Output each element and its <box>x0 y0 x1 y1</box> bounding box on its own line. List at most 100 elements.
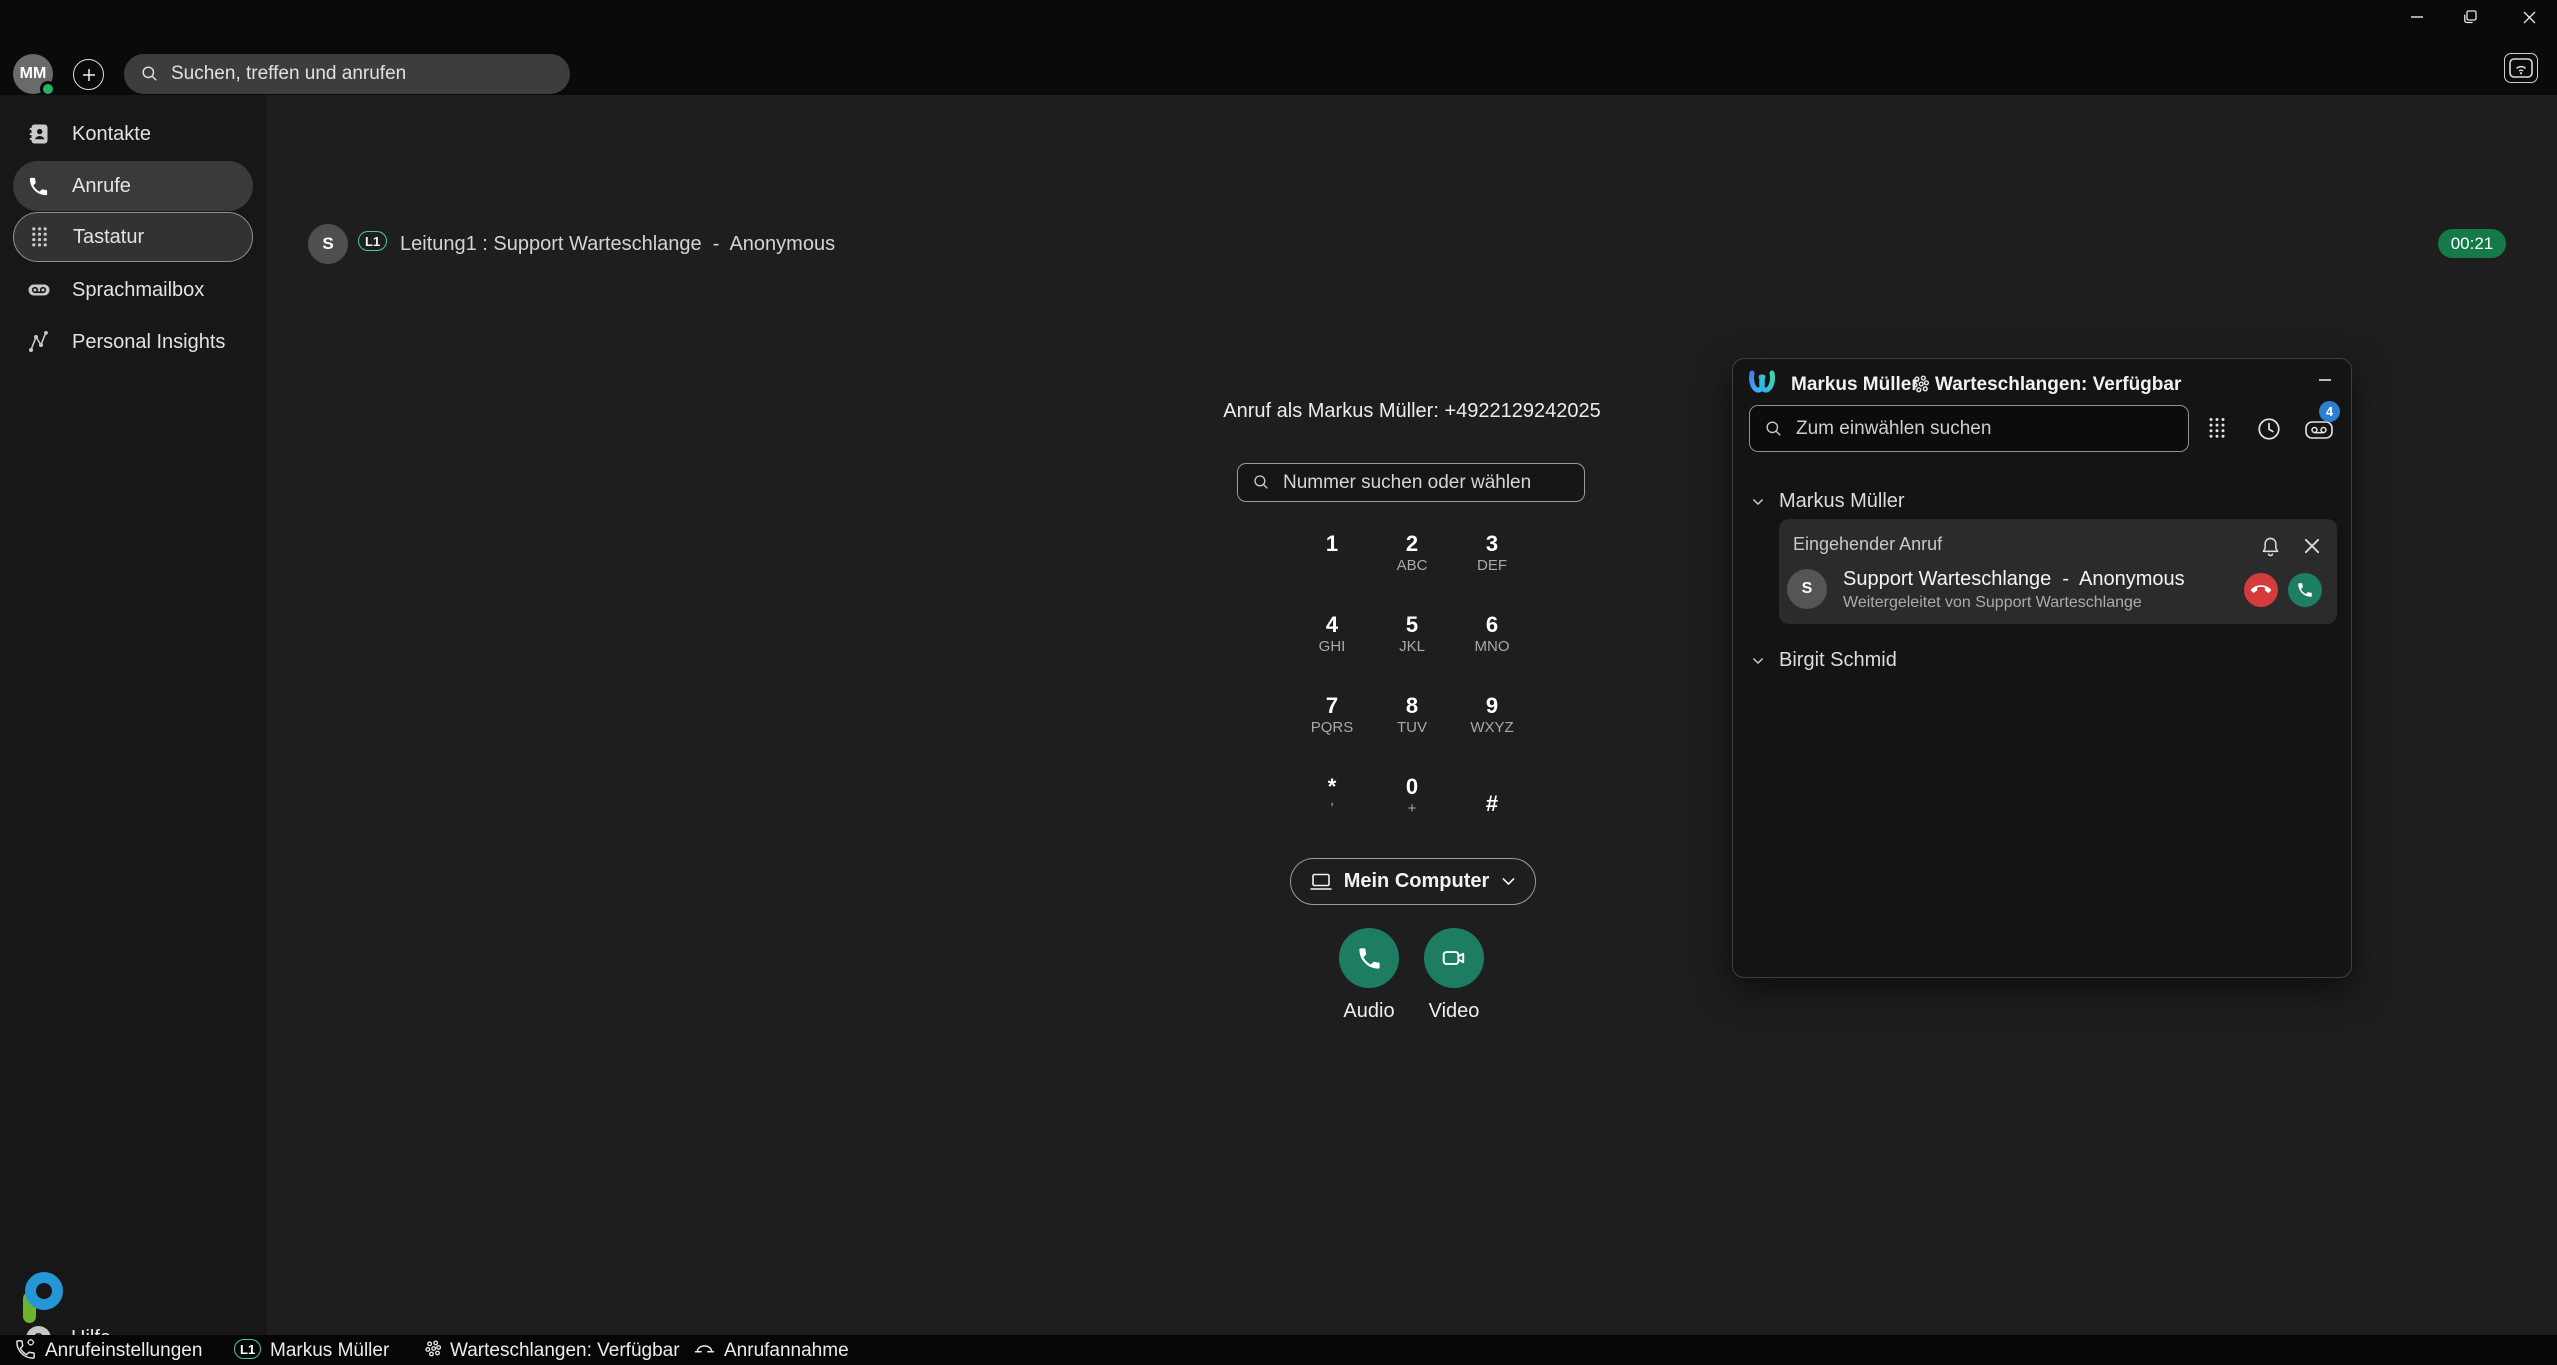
incoming-call-avatar-initial: S <box>1802 580 1813 598</box>
global-search-input[interactable] <box>171 63 551 85</box>
bell-icon[interactable] <box>2260 536 2281 559</box>
dialpad-icon <box>27 226 52 248</box>
sidebar-item-anrufe[interactable]: Anrufe <box>13 161 253 211</box>
contacts-icon <box>26 122 51 146</box>
avatar[interactable]: MM <box>13 54 53 94</box>
call-settings-icon[interactable] <box>14 1338 37 1361</box>
sidebar-item-label: Anrufe <box>72 175 131 198</box>
queue-icon[interactable] <box>424 1340 442 1358</box>
sidebar: Kontakte Anrufe Tastatur Sprachmailbox P… <box>0 95 267 1335</box>
dialpad-key-0[interactable]: 0+ <box>1372 765 1452 846</box>
queue-mini-window: Markus Müller Warteschlangen: Verfügbar … <box>1732 358 2352 978</box>
line-badge-label: L1 <box>365 234 380 249</box>
webex-calling-app: MM Kontakte <box>0 0 2557 1365</box>
dismiss-call-icon[interactable] <box>2303 537 2321 555</box>
panel-voicemail-button[interactable] <box>2305 421 2333 439</box>
panel-minimize-button[interactable] <box>2317 371 2335 389</box>
dialpad-key-3[interactable]: 3DEF <box>1452 522 1532 603</box>
global-search[interactable] <box>124 54 570 94</box>
device-selector[interactable]: Mein Computer <box>1290 858 1536 905</box>
add-button[interactable] <box>73 59 104 90</box>
decline-call-button[interactable] <box>2244 573 2278 607</box>
dialpad-key-hash[interactable]: # <box>1452 765 1532 846</box>
chevron-down-icon <box>1751 654 1765 668</box>
video-camera-icon <box>1441 946 1467 970</box>
panel-queue-status[interactable]: Warteschlangen: Verfügbar <box>1935 374 2181 396</box>
logo-ring <box>25 1272 63 1310</box>
dialpad-key-4[interactable]: 4GHI <box>1292 603 1372 684</box>
status-pickup-label[interactable]: Anrufannahme <box>724 1340 849 1362</box>
search-icon <box>1764 419 1784 439</box>
line-badge: L1 <box>358 231 387 251</box>
dialpad-key-8[interactable]: 8TUV <box>1372 684 1452 765</box>
avatar-initials: MM <box>20 65 47 83</box>
dialpad-key-2[interactable]: 2ABC <box>1372 522 1452 603</box>
dialpad-key-6[interactable]: 6MNO <box>1452 603 1532 684</box>
chevron-down-icon <box>1751 495 1765 509</box>
panel-search-field[interactable] <box>1749 405 2189 452</box>
minimize-icon <box>2409 9 2425 25</box>
sidebar-item-kontakte[interactable]: Kontakte <box>13 109 253 159</box>
agent-section-birgit[interactable]: Birgit Schmid <box>1751 649 1897 672</box>
device-cast-icon <box>2509 58 2533 78</box>
sidebar-item-label: Sprachmailbox <box>72 279 204 302</box>
panel-dialpad-button[interactable] <box>2207 416 2227 440</box>
dialpad-key-9[interactable]: 9WXYZ <box>1452 684 1532 765</box>
dialpad-key-7[interactable]: 7PQRS <box>1292 684 1372 765</box>
device-selector-label: Mein Computer <box>1344 870 1490 893</box>
agent-section-markus[interactable]: Markus Müller <box>1751 490 1905 513</box>
incoming-call-card: Eingehender Anruf S Support Warteschlang… <box>1779 519 2337 624</box>
call-pickup-icon[interactable] <box>694 1340 715 1357</box>
status-queues-label[interactable]: Warteschlangen: Verfügbar <box>450 1340 680 1362</box>
active-call-avatar: S <box>308 224 348 264</box>
sidebar-item-label: Kontakte <box>72 123 151 146</box>
phone-icon <box>1356 945 1383 972</box>
queue-icon <box>1911 375 1930 394</box>
dialpad-key-1[interactable]: 1 <box>1292 522 1372 603</box>
sidebar-item-tastatur[interactable]: Tastatur <box>13 212 253 262</box>
audio-call-button[interactable] <box>1339 928 1399 988</box>
status-user-name[interactable]: Markus Müller <box>270 1340 389 1362</box>
minimize-icon <box>2317 372 2333 388</box>
sidebar-item-sprachmailbox[interactable]: Sprachmailbox <box>13 265 253 315</box>
phone-icon <box>2296 581 2314 599</box>
dialpad-icon <box>2207 416 2227 440</box>
active-call-title[interactable]: Leitung1 : Support Warteschlange - Anony… <box>400 233 835 256</box>
call-timer: 00:21 <box>2438 229 2506 258</box>
window-minimize-button[interactable] <box>2403 6 2431 28</box>
laptop-icon <box>1309 872 1333 892</box>
chevron-down-icon <box>1500 873 1517 890</box>
voicemail-count-badge: 4 <box>2319 401 2340 422</box>
dialpad-key-star[interactable]: *’ <box>1292 765 1372 846</box>
webex-logo <box>1747 368 1777 396</box>
sidebar-item-personal-insights[interactable]: Personal Insights <box>13 317 253 367</box>
incoming-call-avatar: S <box>1787 569 1827 609</box>
incoming-call-header: Eingehender Anruf <box>1793 534 1942 555</box>
accept-call-button[interactable] <box>2288 573 2322 607</box>
call-settings-label[interactable]: Anrufeinstellungen <box>45 1340 202 1362</box>
dialpad-key-5[interactable]: 5JKL <box>1372 603 1452 684</box>
call-history-button[interactable] <box>2256 416 2282 442</box>
dialpad: 1 2ABC 3DEF 4GHI 5JKL 6MNO 7PQRS 8TUV 9W… <box>1292 522 1532 846</box>
title-bar: MM <box>0 0 2557 95</box>
panel-search-input[interactable] <box>1796 418 2156 440</box>
connect-device-button[interactable] <box>2504 53 2538 83</box>
dial-search-input[interactable] <box>1283 472 1563 494</box>
window-close-button[interactable] <box>2515 6 2543 28</box>
voicemail-icon <box>26 278 51 302</box>
incoming-call-title: Support Warteschlange - Anonymous <box>1843 568 2185 591</box>
panel-user-name: Markus Müller <box>1791 374 1919 396</box>
window-restore-button[interactable] <box>2456 6 2484 28</box>
sidebar-item-label: Tastatur <box>73 226 144 249</box>
voicemail-icon <box>2305 421 2333 439</box>
caller-id-line: Anruf als Markus Müller: +4922129242025 <box>1062 400 1762 423</box>
agent-section-label: Birgit Schmid <box>1779 649 1897 672</box>
placetel-logo <box>23 1272 65 1324</box>
phone-down-icon <box>2251 580 2271 600</box>
active-call-avatar-initial: S <box>322 234 333 254</box>
dial-search-field[interactable] <box>1237 463 1585 502</box>
video-call-button[interactable] <box>1424 928 1484 988</box>
audio-label: Audio <box>1339 1000 1399 1023</box>
phone-icon <box>26 175 51 198</box>
agent-section-label: Markus Müller <box>1779 490 1905 513</box>
